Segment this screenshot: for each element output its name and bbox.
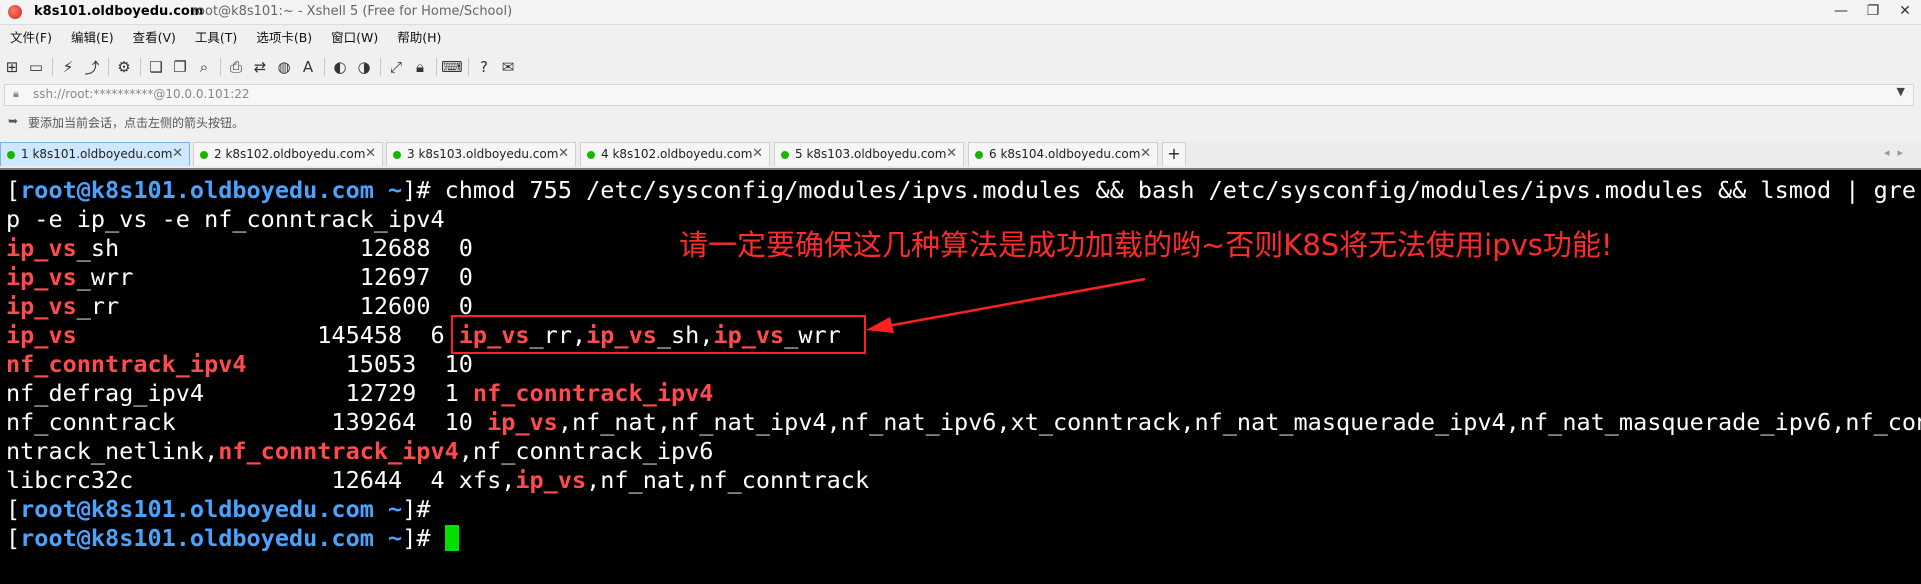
tab-label: 2 k8s102.oldboyedu.com xyxy=(214,147,366,161)
address-value: ssh://root:**********@10.0.0.101:22 xyxy=(33,87,250,101)
lock-icon[interactable]: 🔒︎ xyxy=(408,56,432,78)
lsmod-row: nf_defrag_ipv4 12729 1 nf_conntrack_ipv4 xyxy=(6,379,714,407)
chevron-down-icon[interactable]: ▼ xyxy=(1897,85,1905,98)
menu-file[interactable]: 文件(F) xyxy=(0,28,61,48)
toolbar-separator xyxy=(432,56,440,78)
lsmod-row-wrap: ntrack_netlink,nf_conntrack_ipv4,nf_conn… xyxy=(6,437,714,465)
lsmod-row: ip_vs_rr 12600 0 xyxy=(6,292,473,320)
terminal-cursor xyxy=(444,525,459,551)
title-bar: k8s101.oldboyedu.com root@k8s101:~ - Xsh… xyxy=(0,0,1921,25)
address-bar[interactable]: 🔒︎ ssh://root:**********@10.0.0.101:22 ▼ xyxy=(4,84,1914,106)
menu-window[interactable]: 窗口(W) xyxy=(321,28,387,48)
terminal-pane[interactable]: [root@k8s101.oldboyedu.com ~]# chmod 755… xyxy=(0,170,1921,584)
tab-label: 1 k8s101.oldboyedu.com xyxy=(21,147,173,161)
maximize-button[interactable]: ❐ xyxy=(1857,0,1889,24)
minimize-button[interactable]: — xyxy=(1825,0,1857,24)
window-title: k8s101.oldboyedu.com xyxy=(34,4,204,19)
tab-session-5[interactable]: 5 k8s103.oldboyedu.com ✕ xyxy=(774,142,964,166)
toolbar-separator xyxy=(320,56,328,78)
prompt-dir: ~ xyxy=(388,524,403,552)
toolbar: ⊞ ▭ ⚡ ⤴ ⚙ ❏ ❐ ⌕ ⎙ ⇄ ◍ A ◐ ◑ ⤢ 🔒︎ ⌨ ? ✉ xyxy=(0,54,1921,80)
lsmod-row: libcrc32c 12644 4 xfs,ip_vs,nf_nat,nf_co… xyxy=(6,466,870,494)
close-icon[interactable]: ✕ xyxy=(946,146,957,161)
keyboard-icon[interactable]: ⌨ xyxy=(440,56,464,78)
fullscreen-icon[interactable]: ⤢ xyxy=(384,56,408,78)
close-icon[interactable]: ✕ xyxy=(1140,146,1151,161)
connected-status-icon xyxy=(975,151,983,159)
xagent-icon[interactable]: ◑ xyxy=(352,56,376,78)
toolbar-separator xyxy=(136,56,144,78)
command-text-wrap: p -e ip_vs -e nf_conntrack_ipv4 xyxy=(6,205,445,233)
print-icon[interactable]: ⎙ xyxy=(224,56,248,78)
font-icon[interactable]: A xyxy=(296,56,320,78)
xftp-icon[interactable]: ◐ xyxy=(328,56,352,78)
lsmod-row: nf_conntrack 139264 10 ip_vs,nf_nat,nf_n… xyxy=(6,408,1921,436)
copy-icon[interactable]: ❏ xyxy=(144,56,168,78)
highlight-box xyxy=(451,315,866,354)
xshell-logo-icon xyxy=(8,5,22,19)
lsmod-row: nf_conntrack_ipv4 15053 10 xyxy=(6,350,473,378)
tab-session-2[interactable]: 2 k8s102.oldboyedu.com ✕ xyxy=(193,142,383,166)
properties-icon[interactable]: ⚙ xyxy=(112,56,136,78)
tab-label: 6 k8s104.oldboyedu.com xyxy=(989,147,1141,161)
lsmod-row: ip_vs_wrr 12697 0 xyxy=(6,263,473,291)
connected-status-icon xyxy=(393,151,401,159)
tab-label: 3 k8s103.oldboyedu.com xyxy=(407,147,559,161)
connected-status-icon xyxy=(781,151,789,159)
tab-session-3[interactable]: 3 k8s103.oldboyedu.com ✕ xyxy=(386,142,576,166)
lsmod-row: ip_vs_sh 12688 0 xyxy=(6,234,473,262)
help-icon[interactable]: ? xyxy=(472,56,496,78)
menu-tabs[interactable]: 选项卡(B) xyxy=(246,28,321,48)
tab-label: 4 k8s102.oldboyedu.com xyxy=(601,147,753,161)
prompt-dir: ~ xyxy=(388,176,403,204)
disconnect-icon[interactable]: ⚡ xyxy=(56,56,80,78)
globe-icon[interactable]: ◍ xyxy=(272,56,296,78)
tab-session-6[interactable]: 6 k8s104.oldboyedu.com ✕ xyxy=(968,142,1158,166)
toolbar-separator xyxy=(216,56,224,78)
close-icon[interactable]: ✕ xyxy=(172,146,183,161)
window-subtitle: root@k8s101:~ - Xshell 5 (Free for Home/… xyxy=(192,4,513,19)
prompt-user: root@k8s101.oldboyedu.com xyxy=(20,176,374,204)
find-icon[interactable]: ⌕ xyxy=(192,56,216,78)
add-session-arrow-icon[interactable]: ➥ xyxy=(8,114,18,128)
annotation-arrow-icon xyxy=(866,277,1146,333)
open-folder-icon[interactable]: ▭ xyxy=(24,56,48,78)
menu-bar: 文件(F) 编辑(E) 查看(V) 工具(T) 选项卡(B) 窗口(W) 帮助(… xyxy=(0,28,450,48)
toolbar-separator xyxy=(464,56,472,78)
connected-status-icon xyxy=(587,151,595,159)
menu-edit[interactable]: 编辑(E) xyxy=(61,28,123,48)
hint-text: 要添加当前会话，点击左侧的箭头按钮。 xyxy=(28,116,245,130)
prompt-dir: ~ xyxy=(388,495,403,523)
tab-label: 5 k8s103.oldboyedu.com xyxy=(795,147,947,161)
tab-session-1[interactable]: 1 k8s101.oldboyedu.com ✕ xyxy=(0,142,190,166)
toolbar-separator xyxy=(376,56,384,78)
command-text: chmod 755 /etc/sysconfig/modules/ipvs.mo… xyxy=(444,176,1917,204)
tab-scroll-arrows-icon[interactable]: ◂▸ xyxy=(1884,146,1911,159)
chat-icon[interactable]: ✉ xyxy=(496,56,520,78)
menu-view[interactable]: 查看(V) xyxy=(123,28,185,48)
close-button[interactable]: ✕ xyxy=(1889,0,1921,24)
connected-status-icon xyxy=(200,151,208,159)
lock-icon: 🔒︎ xyxy=(13,87,19,100)
menu-help[interactable]: 帮助(H) xyxy=(387,28,450,48)
tab-session-4[interactable]: 4 k8s102.oldboyedu.com ✕ xyxy=(580,142,770,166)
menu-tools[interactable]: 工具(T) xyxy=(185,28,246,48)
toolbar-separator xyxy=(48,56,56,78)
prompt-user: root@k8s101.oldboyedu.com xyxy=(20,495,374,523)
transfer-icon[interactable]: ⇄ xyxy=(248,56,272,78)
connected-status-icon xyxy=(7,151,15,159)
paste-icon[interactable]: ❐ xyxy=(168,56,192,78)
prompt-user: root@k8s101.oldboyedu.com xyxy=(20,524,374,552)
toolbar-separator xyxy=(104,56,112,78)
plus-icon: + xyxy=(1167,144,1181,163)
new-session-icon[interactable]: ⊞ xyxy=(0,56,24,78)
close-icon[interactable]: ✕ xyxy=(752,146,763,161)
close-icon[interactable]: ✕ xyxy=(558,146,569,161)
new-tab-button[interactable]: + xyxy=(1162,142,1186,166)
close-icon[interactable]: ✕ xyxy=(365,146,376,161)
reconnect-icon[interactable]: ⤴ xyxy=(80,56,104,78)
annotation-text: 请一定要确保这几种算法是成功加载的哟~否则K8S将无法使用ipvs功能! xyxy=(679,228,1613,262)
tab-bar: 1 k8s101.oldboyedu.com ✕ 2 k8s102.oldboy… xyxy=(0,142,1921,170)
